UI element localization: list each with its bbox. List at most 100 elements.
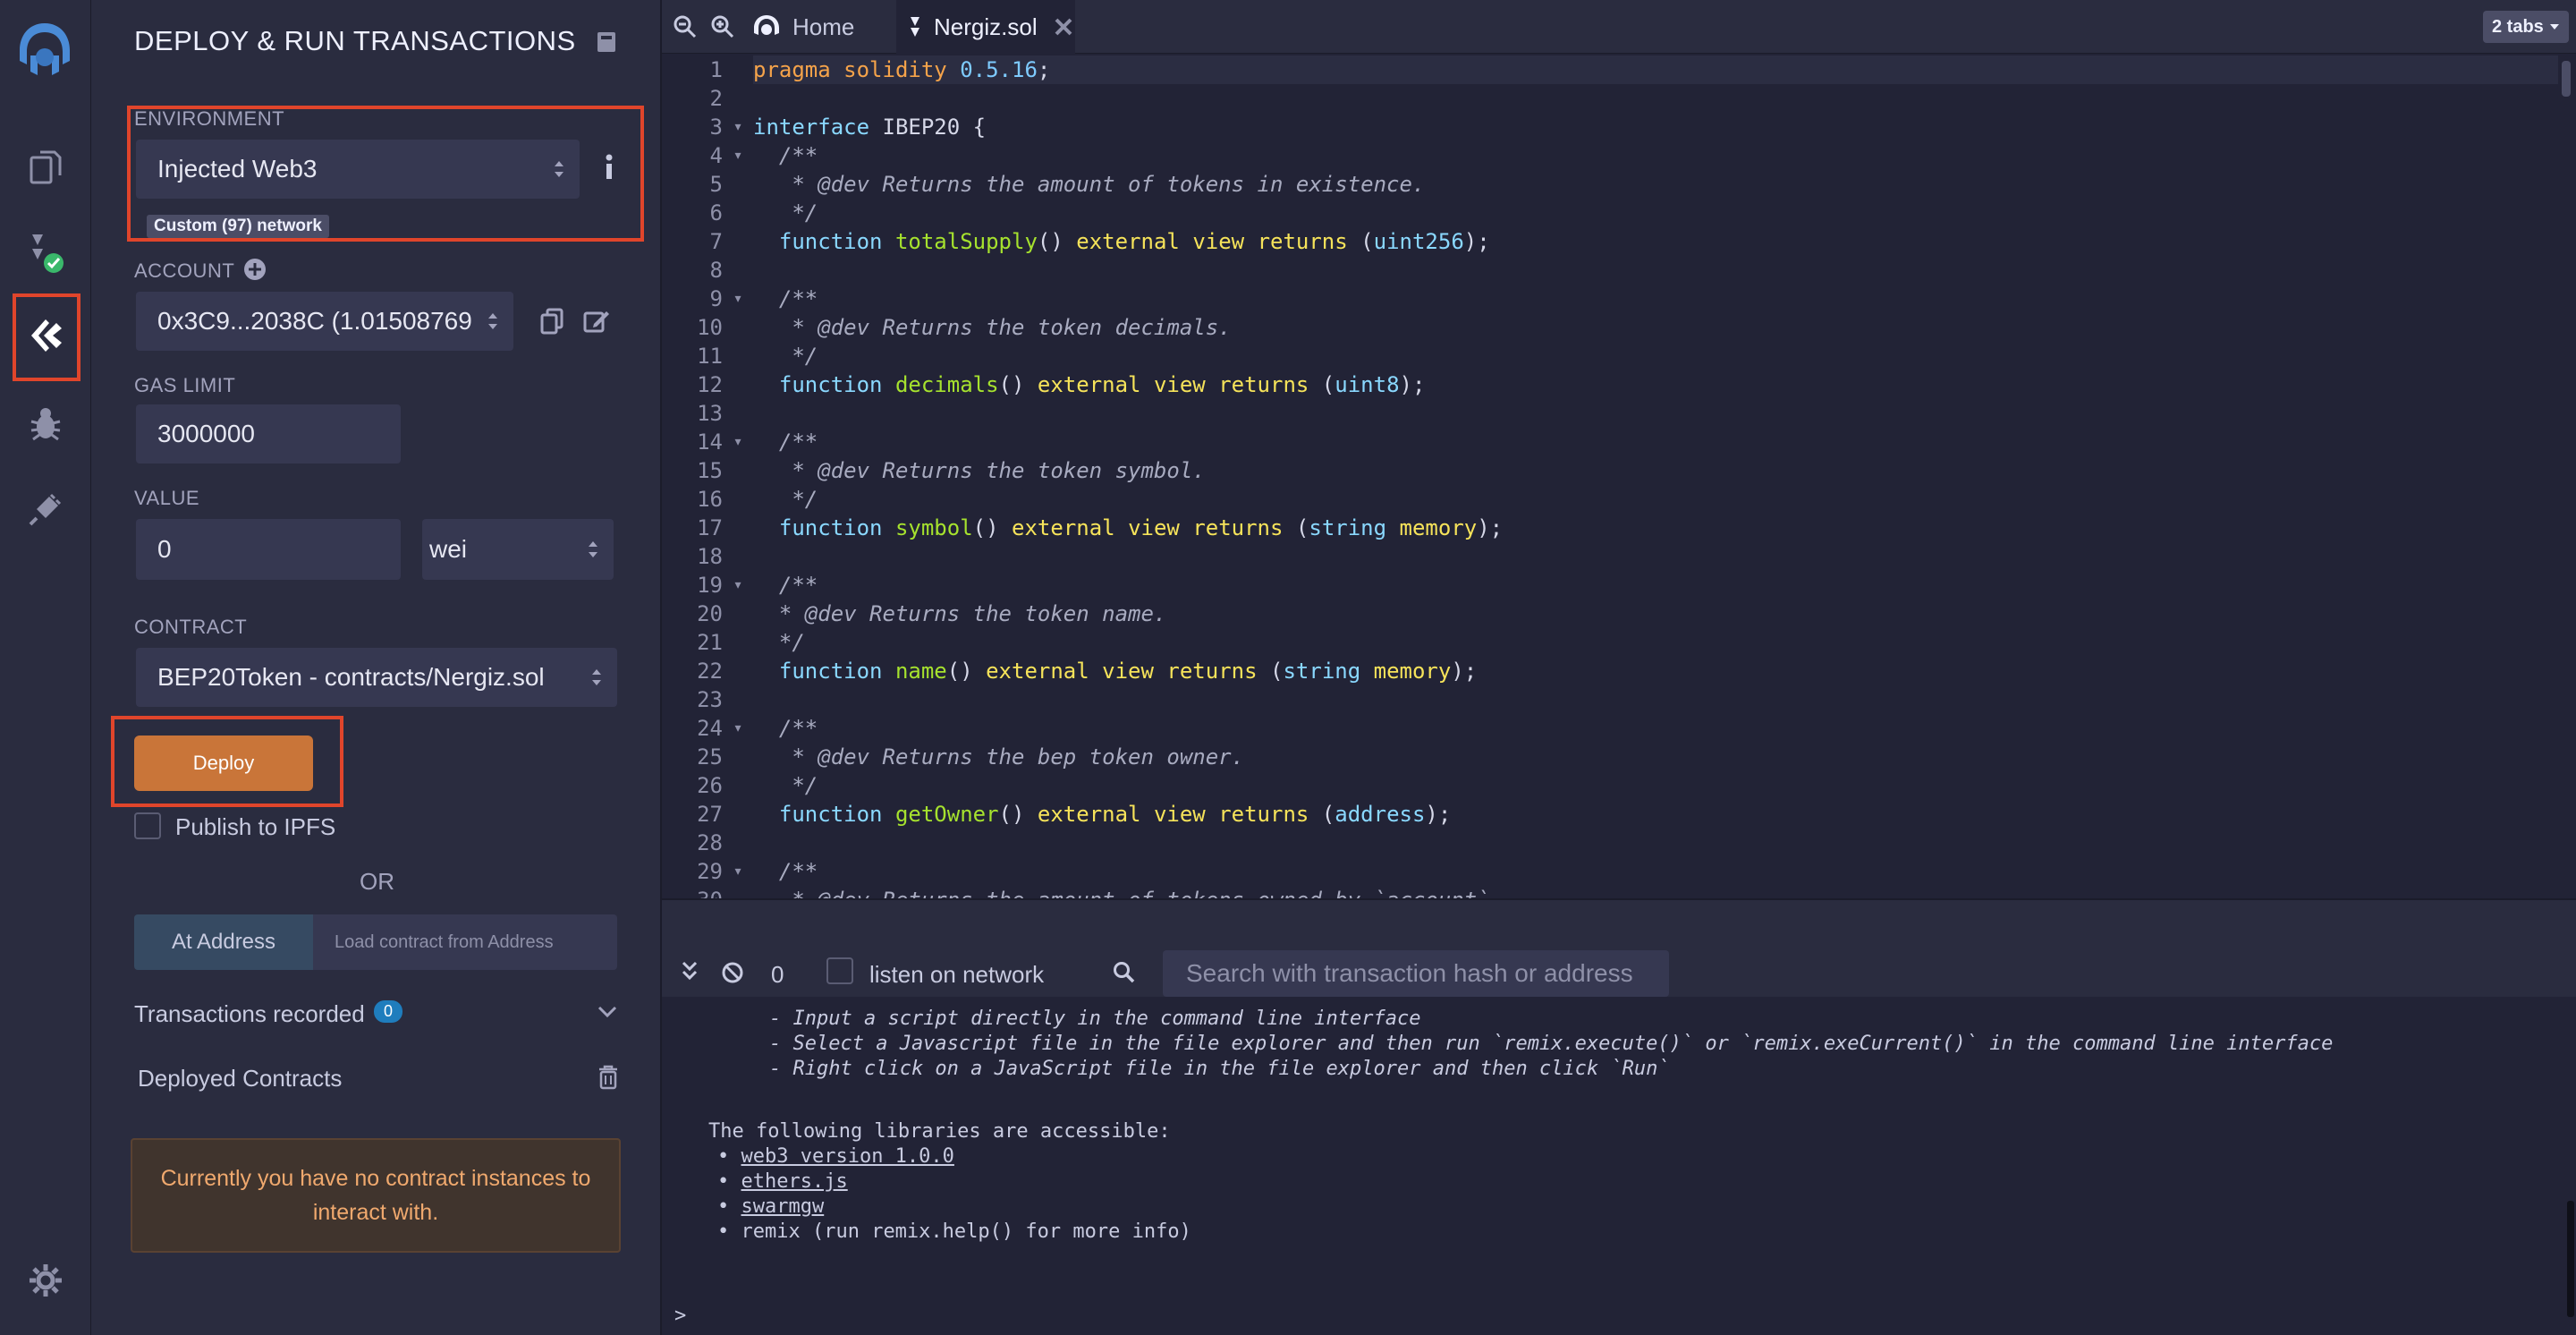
line-number: 2 <box>709 86 723 111</box>
tabs-count-dropdown[interactable]: 2 tabs <box>2483 11 2569 43</box>
line-number: 27 <box>697 802 723 827</box>
fold-arrow-icon[interactable]: ▾ <box>723 428 753 456</box>
terminal-line: - Input a script directly in the command… <box>769 1008 1421 1030</box>
code-line: 9 ▾ /** <box>662 285 818 313</box>
gutter-space <box>723 313 753 342</box>
contract-select[interactable]: BEP20Token - contracts/Nergiz.sol <box>136 648 617 707</box>
collapse-terminal-icon[interactable] <box>682 961 698 985</box>
gutter-space <box>723 399 753 428</box>
libraries-heading: The following libraries are accessible: <box>708 1120 1171 1143</box>
gutter-space <box>723 370 753 399</box>
gutter-space <box>723 456 753 485</box>
code-line: 18 <box>662 542 753 571</box>
close-icon[interactable] <box>1054 17 1073 37</box>
code-text: function decimals() external view return… <box>778 372 1426 397</box>
debugger-icon[interactable] <box>20 397 72 449</box>
library-link-ethers[interactable]: ethers.js <box>741 1170 848 1193</box>
docs-book-icon[interactable] <box>596 30 617 58</box>
code-line: 16 */ <box>662 485 818 514</box>
gutter-space <box>723 514 753 542</box>
plugin-manager-icon[interactable] <box>20 483 72 535</box>
deploy-run-panel: DEPLOY & RUN TRANSACTIONS ENVIRONMENT In… <box>91 0 662 1335</box>
fold-arrow-icon[interactable]: ▾ <box>723 285 753 313</box>
tab-home[interactable]: Home <box>751 0 886 54</box>
code-line: 8 <box>662 256 753 285</box>
publish-ipfs-checkbox[interactable] <box>134 812 161 839</box>
settings-gear-icon[interactable] <box>20 1254 72 1306</box>
transactions-count-badge: 0 <box>374 1000 403 1023</box>
at-address-button[interactable]: At Address <box>134 914 313 970</box>
code-line: 5 * @dev Returns the amount of tokens in… <box>662 170 1426 199</box>
line-number: 10 <box>697 315 723 340</box>
code-text: interface IBEP20 { <box>753 115 987 140</box>
gas-limit-value: 3000000 <box>157 420 256 447</box>
gutter-space <box>723 685 753 714</box>
select-arrows-icon <box>589 541 597 557</box>
sign-message-icon[interactable] <box>583 308 610 339</box>
code-text: /** <box>753 286 818 311</box>
file-explorer-icon[interactable] <box>20 141 72 193</box>
code-line: 24 ▾ /** <box>662 714 818 743</box>
terminal-prompt[interactable]: > <box>674 1305 2553 1327</box>
gas-limit-input[interactable]: 3000000 <box>136 404 401 463</box>
code-editor[interactable]: 1 pragma solidity 0.5.16; 2 3 ▾ interface IBE… <box>662 54 2576 913</box>
value-input[interactable]: 0 <box>136 519 401 580</box>
gas-limit-label: GAS LIMIT <box>134 374 236 396</box>
deploy-button[interactable]: Deploy <box>134 736 313 791</box>
load-address-input[interactable]: Load contract from Address <box>313 914 617 970</box>
deployed-contracts-label: Deployed Contracts <box>138 1065 343 1092</box>
code-text: /** <box>753 859 818 884</box>
line-number: 16 <box>697 487 723 512</box>
code-text: */ <box>753 344 818 369</box>
line-number: 6 <box>709 200 723 225</box>
remix-logo-icon[interactable] <box>9 16 80 88</box>
editor-scrollbar[interactable] <box>2562 61 2571 97</box>
code-text: */ <box>753 773 818 798</box>
fold-arrow-icon[interactable]: ▾ <box>723 857 753 886</box>
line-number: 17 <box>697 515 723 540</box>
fold-arrow-icon[interactable]: ▾ <box>723 714 753 743</box>
zoom-out-icon[interactable] <box>673 14 698 44</box>
listen-network-checkbox[interactable] <box>826 957 853 984</box>
code-text: function getOwner() external view return… <box>778 802 1452 827</box>
code-text: * @dev Returns the token symbol. <box>753 458 1206 483</box>
add-account-icon[interactable] <box>243 258 267 285</box>
account-select[interactable]: 0x3C9...2038C (1.01508769 <box>136 292 513 351</box>
copy-address-icon[interactable] <box>540 308 565 339</box>
tab-nergiz-sol[interactable]: Nergiz.sol <box>896 0 1075 54</box>
code-line: 21 */ <box>662 628 805 657</box>
line-number: 28 <box>697 830 723 855</box>
transaction-search-input[interactable]: Search with transaction hash or address <box>1163 950 1669 997</box>
library-link-swarmgw[interactable]: swarmgw <box>741 1195 825 1218</box>
code-line: 7 function totalSupply() external view r… <box>662 227 1490 256</box>
value-unit-select[interactable]: wei <box>422 519 614 580</box>
fold-arrow-icon[interactable]: ▾ <box>723 113 753 141</box>
fold-arrow-icon[interactable]: ▾ <box>723 571 753 599</box>
select-arrows-icon <box>555 161 564 177</box>
library-item: • remix (run remix.help() for more info) <box>717 1220 1191 1243</box>
gutter-space <box>723 342 753 370</box>
select-arrows-icon <box>592 669 601 685</box>
clear-console-icon[interactable] <box>721 961 744 989</box>
code-line: 12 function decimals() external view ret… <box>662 370 1425 399</box>
code-line: 19 ▾ /** <box>662 571 818 599</box>
zoom-in-icon[interactable] <box>710 14 735 44</box>
environment-label: ENVIRONMENT <box>134 107 285 130</box>
terminal-scrollbar[interactable] <box>2567 1201 2574 1317</box>
library-item: • swarmgw <box>717 1195 825 1218</box>
fold-arrow-icon[interactable]: ▾ <box>723 141 753 170</box>
library-link-web3[interactable]: web3 version 1.0.0 <box>741 1145 954 1168</box>
transactions-recorded-label[interactable]: Transactions recorded <box>134 1000 365 1028</box>
code-line: 3 ▾ interface IBEP20 { <box>662 113 987 141</box>
search-icon <box>1113 961 1136 989</box>
gutter-space <box>723 628 753 657</box>
trash-icon[interactable] <box>597 1065 619 1094</box>
solidity-compiler-icon[interactable] <box>20 227 72 279</box>
environment-select[interactable]: Injected Web3 <box>136 140 580 199</box>
environment-info-icon[interactable] <box>605 154 614 185</box>
gutter-space <box>723 657 753 685</box>
chevron-down-icon[interactable] <box>597 1006 617 1023</box>
code-text: * @dev Returns the bep token owner. <box>753 744 1245 770</box>
remix-library-text: remix (run remix.help() for more info) <box>741 1220 1191 1243</box>
line-number: 29 <box>697 859 723 884</box>
